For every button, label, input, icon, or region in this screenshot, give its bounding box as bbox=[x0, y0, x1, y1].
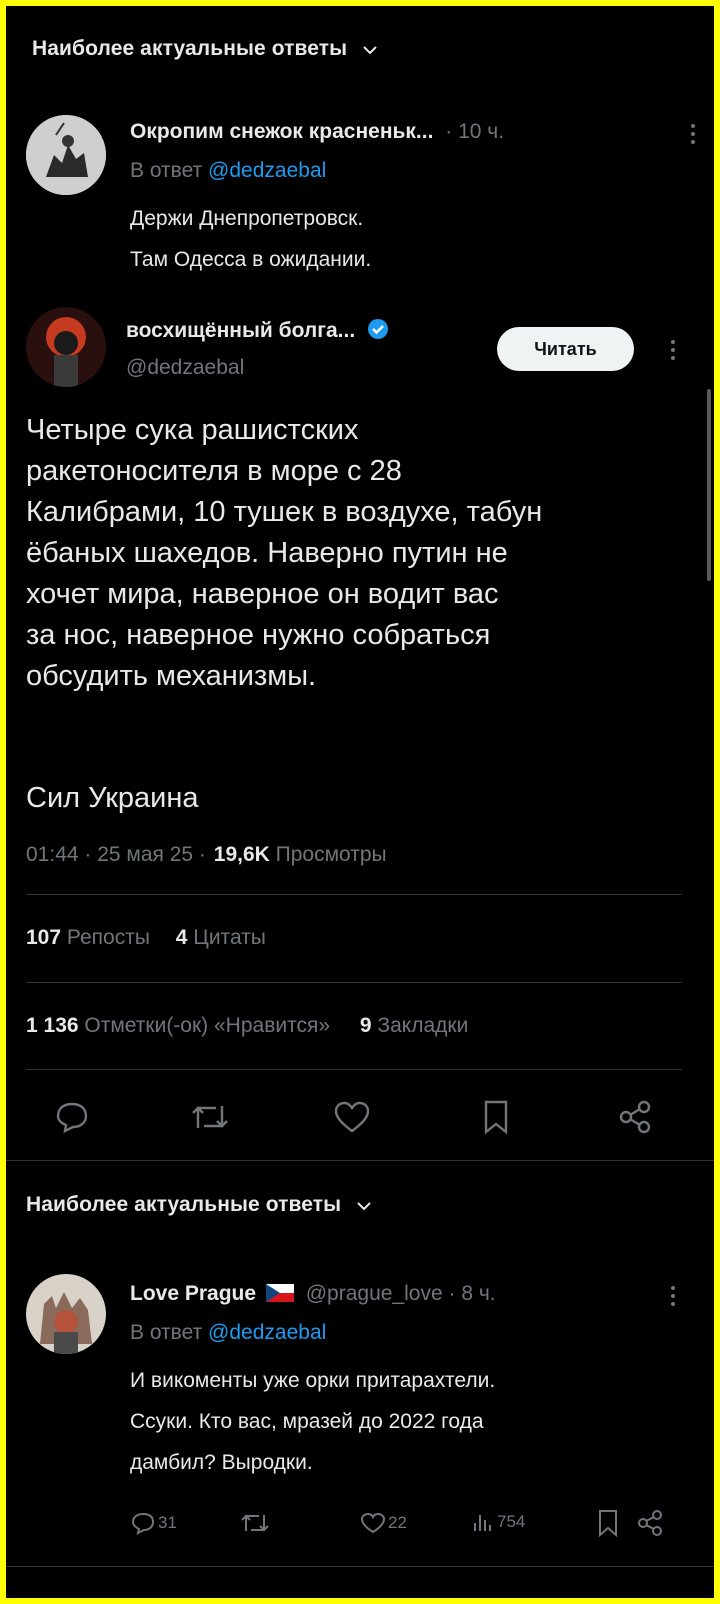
reply2-more-icon[interactable] bbox=[670, 1285, 676, 1307]
reposts-count: 107 bbox=[26, 926, 62, 949]
main-post-meta: 01:44 · 25 мая 25 · 19,6K Просмотры bbox=[26, 843, 387, 867]
top-replies-header[interactable]: Наиболее актуальные ответы bbox=[32, 37, 377, 61]
main-post-line: ёбаных шахедов. Наверно путин не bbox=[26, 537, 508, 569]
reply1-reply-handle[interactable]: @dedzaebal bbox=[208, 159, 326, 182]
top-replies-title: Наиболее актуальные ответы bbox=[32, 37, 348, 60]
main-post-avatar[interactable] bbox=[26, 307, 106, 387]
bottom-replies-header[interactable]: Наиболее актуальные ответы bbox=[26, 1193, 371, 1217]
divider bbox=[26, 982, 682, 983]
reply2-line: дамбил? Выродки. bbox=[130, 1451, 313, 1474]
main-post-text: Четыре сука рашистских ракетоносителя в … bbox=[26, 410, 696, 697]
reply2-repost-icon[interactable] bbox=[240, 1510, 270, 1536]
follow-button[interactable]: Читать bbox=[497, 327, 634, 371]
reply2-text: И викоменты уже орки притарахтели. Ссуки… bbox=[130, 1360, 495, 1483]
divider bbox=[6, 1160, 714, 1161]
main-post-line: Калибрами, 10 тушек в воздухе, табун bbox=[26, 496, 543, 528]
scrollbar-thumb[interactable] bbox=[707, 389, 711, 581]
bookmarks-label: Закладки bbox=[377, 1014, 469, 1037]
divider bbox=[26, 894, 682, 895]
chevron-down-icon bbox=[363, 37, 377, 61]
reply2-views-action[interactable]: 754 bbox=[471, 1511, 525, 1533]
reply1-text: Держи Днепропетровск. Там Одесса в ожида… bbox=[130, 198, 371, 280]
like-icon[interactable] bbox=[333, 1100, 371, 1134]
chevron-down-icon bbox=[357, 1193, 371, 1217]
bookmarks-count: 9 bbox=[359, 1014, 372, 1037]
quotes-stat[interactable]: 4 Цитаты bbox=[176, 926, 266, 949]
main-post-more-icon[interactable] bbox=[670, 339, 676, 361]
main-post-name: восхищённый болга... bbox=[126, 319, 356, 342]
reply2-bookmark-icon[interactable] bbox=[597, 1509, 619, 1537]
reply1-avatar[interactable] bbox=[26, 115, 106, 195]
reply2-like-action[interactable]: 22 bbox=[360, 1511, 407, 1535]
views-icon bbox=[474, 1515, 491, 1531]
reply1-line: Там Одесса в ожидании. bbox=[130, 248, 372, 271]
reply2-time: · 8 ч. bbox=[448, 1282, 496, 1305]
verified-badge-icon bbox=[367, 318, 389, 346]
engagement-row-1: 107 Репосты 4 Цитаты bbox=[26, 926, 266, 950]
reply1-time: · 10 ч. bbox=[445, 120, 505, 143]
reposts-label: Репосты bbox=[66, 926, 150, 949]
share-icon[interactable] bbox=[617, 1100, 653, 1134]
likes-label: Отметки(-ок) «Нравится» bbox=[84, 1014, 331, 1037]
main-post-author[interactable]: восхищённый болга... bbox=[126, 318, 389, 346]
bookmark-icon[interactable] bbox=[482, 1099, 510, 1135]
reply1-replying-to: В ответ @dedzaebal bbox=[130, 159, 326, 183]
reply2-line: Ссуки. Кто вас, мразей до 2022 года bbox=[130, 1410, 484, 1433]
repost-icon[interactable] bbox=[190, 1100, 230, 1134]
reply-icon[interactable] bbox=[55, 1100, 89, 1134]
divider bbox=[26, 1069, 682, 1070]
views-count: 19,6K bbox=[213, 843, 270, 866]
reply2-header: Love Prague @prague_love · 8 ч. bbox=[130, 1282, 496, 1308]
reply2-line: И викоменты уже орки притарахтели. bbox=[130, 1369, 496, 1392]
reply1-header: Окропим снежок красненьк... · 10 ч. bbox=[130, 120, 504, 144]
screen: Наиболее актуальные ответы Окропим снежо… bbox=[6, 6, 714, 1598]
reply1-more-icon[interactable] bbox=[690, 123, 696, 145]
likes-stat[interactable]: 1 136 Отметки(-ок) «Нравится» bbox=[26, 1014, 330, 1037]
like-icon bbox=[360, 1512, 386, 1534]
reposts-stat[interactable]: 107 Репосты bbox=[26, 926, 150, 949]
reply2-like-count: 22 bbox=[388, 1513, 407, 1532]
views-label: Просмотры bbox=[275, 843, 387, 866]
reply2-handle[interactable]: @prague_love bbox=[306, 1282, 443, 1305]
quotes-label: Цитаты bbox=[193, 926, 266, 949]
reply1-name[interactable]: Окропим снежок красненьк... bbox=[130, 120, 433, 143]
reply-icon bbox=[131, 1512, 155, 1535]
post-timestamp: 01:44 · 25 мая 25 · bbox=[26, 843, 206, 866]
main-post-line: Четыре сука рашистских bbox=[26, 414, 359, 446]
reply2-reply-count: 31 bbox=[158, 1513, 177, 1532]
reply2-avatar[interactable] bbox=[26, 1274, 106, 1354]
reply2-replying-to: В ответ @dedzaebal bbox=[130, 1321, 326, 1345]
main-post-handle[interactable]: @dedzaebal bbox=[126, 356, 244, 380]
reply2-share-icon[interactable] bbox=[636, 1509, 664, 1537]
reply2-reply-handle[interactable]: @dedzaebal bbox=[208, 1321, 326, 1344]
czech-flag-icon bbox=[265, 1284, 294, 1308]
divider bbox=[6, 1566, 714, 1567]
main-post-signature: Сил Украина bbox=[26, 782, 199, 814]
reply2-views-count: 754 bbox=[497, 1512, 526, 1531]
main-post-line: ракетоносителя в море с 28 bbox=[26, 455, 402, 487]
reply1-line: Держи Днепропетровск. bbox=[130, 207, 364, 230]
reply1-reply-prefix: В ответ bbox=[130, 159, 203, 182]
reply2-name[interactable]: Love Prague bbox=[130, 1282, 256, 1305]
main-post-line: за нос, наверное нужно собраться bbox=[26, 619, 491, 651]
reply2-reply-action[interactable]: 31 bbox=[130, 1511, 177, 1535]
bottom-replies-title: Наиболее актуальные ответы bbox=[26, 1193, 342, 1216]
main-post-line: хочет мира, наверное он водит вас bbox=[26, 578, 499, 610]
main-post-line: обсудить механизмы. bbox=[26, 660, 317, 692]
quotes-count: 4 bbox=[175, 926, 188, 949]
reply2-reply-prefix: В ответ bbox=[130, 1321, 203, 1344]
likes-count: 1 136 bbox=[26, 1014, 79, 1037]
bookmarks-stat[interactable]: 9 Закладки bbox=[360, 1014, 468, 1037]
engagement-row-2: 1 136 Отметки(-ок) «Нравится» 9 Закладки bbox=[26, 1014, 468, 1038]
